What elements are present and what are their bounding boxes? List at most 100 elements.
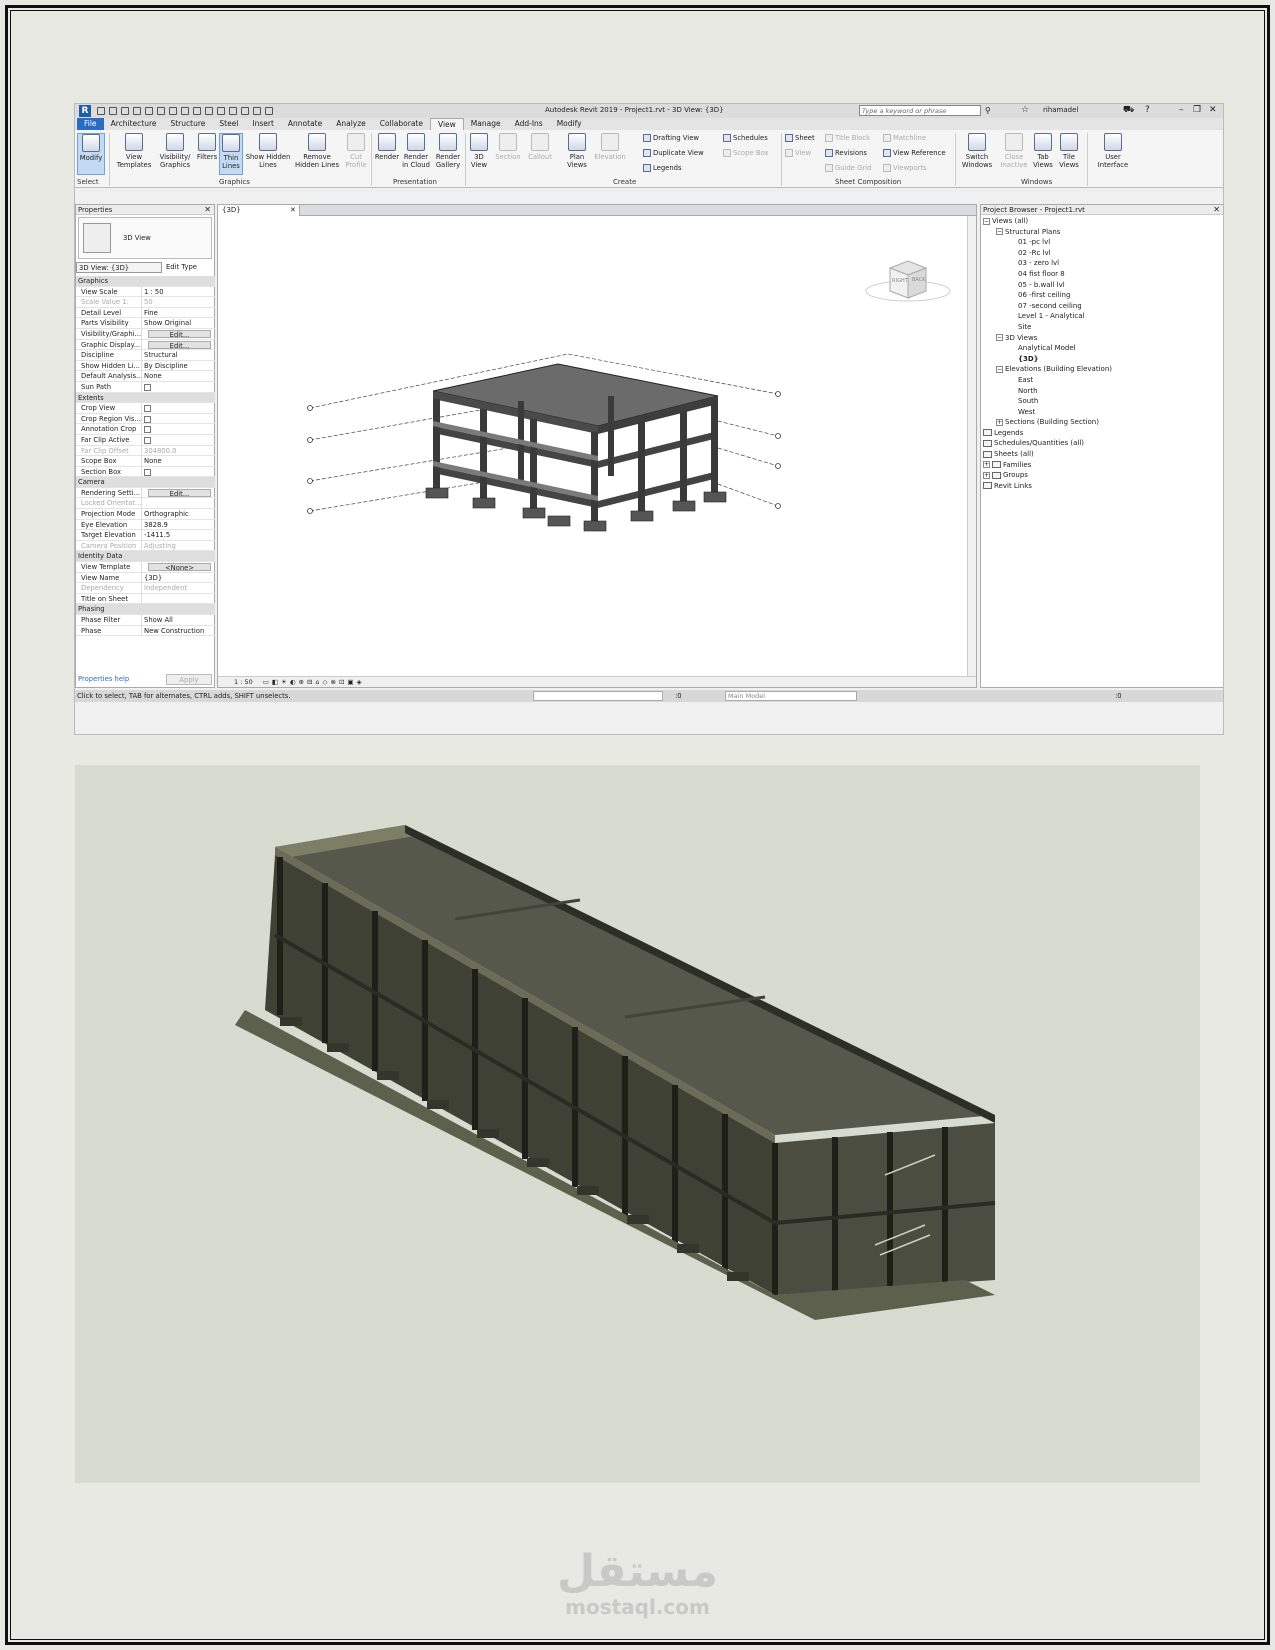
binoculars-icon[interactable]: ⚲ (985, 106, 991, 115)
select-group-label[interactable]: Select (77, 178, 99, 186)
property-category[interactable]: Extents (76, 392, 215, 404)
tab-3d-view[interactable]: {3D} ✕ (218, 205, 300, 216)
duplicate-view-button[interactable]: Duplicate View (643, 149, 704, 157)
user-interface-button[interactable]: User Interface (1095, 133, 1131, 169)
browser-item[interactable]: Legends (983, 428, 1112, 439)
property-edit-button[interactable]: Edit... (148, 488, 211, 497)
text-icon[interactable] (205, 107, 213, 115)
tab-steel[interactable]: Steel (212, 118, 245, 130)
browser-item[interactable]: − Elevations (Building Elevation) (983, 364, 1112, 375)
property-value[interactable]: Adjusting (142, 541, 215, 551)
browser-item[interactable]: Analytical Model (983, 343, 1112, 354)
browser-item[interactable]: − Structural Plans (983, 227, 1112, 238)
collapse-icon[interactable]: − (996, 334, 1003, 342)
property-edit-button[interactable]: <None> (148, 563, 211, 572)
properties-help-link[interactable]: Properties help (78, 675, 129, 683)
tab-views-button[interactable]: Tab Views (1031, 133, 1055, 169)
thin-lines-icon[interactable] (241, 107, 249, 115)
browser-item[interactable]: 04 fist floor 8 (983, 269, 1112, 280)
browser-item[interactable]: East (983, 375, 1112, 386)
browser-item[interactable]: Level 1 - Analytical (983, 311, 1112, 322)
property-checkbox[interactable] (144, 405, 151, 413)
browser-item[interactable]: + Groups (983, 470, 1112, 481)
collapse-icon[interactable]: − (996, 365, 1003, 373)
section-button[interactable]: Section (493, 133, 523, 161)
tile-views-button[interactable]: Tile Views (1057, 133, 1081, 169)
property-category[interactable]: Graphics (76, 276, 215, 287)
tab-manage[interactable]: Manage (464, 118, 508, 130)
tab-collaborate[interactable]: Collaborate (373, 118, 430, 130)
close-icon[interactable]: ✕ (290, 205, 296, 216)
3d-viewport[interactable]: {3D} ✕ RIGHT BACK 1: 50 ▭◧☀◐⊕⊟⌂◇⊗⊡▣◈ (217, 204, 977, 688)
property-category[interactable]: Phasing (76, 604, 215, 615)
property-value[interactable]: 50 (142, 297, 215, 307)
matchline-button[interactable]: Matchline (883, 134, 926, 142)
default-3d-icon[interactable] (217, 107, 225, 115)
property-value[interactable] (142, 435, 215, 445)
dimension-icon[interactable] (181, 107, 189, 115)
sync-icon[interactable] (121, 107, 129, 115)
property-value[interactable] (142, 403, 215, 413)
property-value[interactable]: 304800.0 (142, 446, 215, 456)
drafting-view-button[interactable]: Drafting View (643, 134, 699, 142)
browser-item[interactable]: 01 -pc lvl (983, 237, 1112, 248)
property-value[interactable] (142, 382, 215, 392)
property-value[interactable]: None (142, 456, 215, 466)
property-value[interactable]: -1411.5 (142, 530, 215, 540)
property-value[interactable]: 3828.9 (142, 520, 215, 530)
tab-annotate[interactable]: Annotate (281, 118, 329, 130)
legends-button[interactable]: Legends (643, 164, 682, 172)
property-value[interactable]: Edit... (142, 329, 215, 339)
browser-item[interactable]: − Views (all) (983, 216, 1112, 227)
workset-dropdown[interactable] (533, 691, 663, 701)
search-input[interactable]: Type a keyword or phrase (859, 105, 981, 116)
user-name[interactable]: rihamadel (1043, 106, 1078, 114)
browser-item[interactable]: −3D Views (983, 333, 1112, 344)
property-category[interactable]: Camera (76, 477, 215, 488)
property-value[interactable]: Orthographic (142, 509, 215, 519)
property-value[interactable] (142, 594, 215, 604)
cart-icon[interactable]: ⛟ (1123, 105, 1134, 116)
guide-grid-button[interactable]: Guide Grid (825, 164, 871, 172)
apply-button[interactable]: Apply (166, 674, 212, 685)
tag-icon[interactable] (193, 107, 201, 115)
property-value[interactable]: Structural (142, 350, 215, 360)
render-button[interactable]: Render (373, 133, 401, 161)
browser-item[interactable]: {3D} (983, 354, 1112, 365)
view-reference-button[interactable]: View Reference (883, 149, 946, 157)
property-value[interactable]: None (142, 371, 215, 381)
edit-type-button[interactable]: Edit Type (166, 262, 197, 273)
property-value[interactable]: Fine (142, 308, 215, 318)
property-category[interactable]: Identity Data (76, 551, 215, 563)
browser-item[interactable]: West (983, 407, 1112, 418)
view-button[interactable]: View (785, 149, 811, 157)
revit-logo-icon[interactable]: R (79, 105, 91, 117)
tab-analyze[interactable]: Analyze (329, 118, 373, 130)
browser-item[interactable]: Sheets (all) (983, 449, 1112, 460)
switch-windows-icon[interactable] (265, 107, 273, 115)
tab-insert[interactable]: Insert (245, 118, 281, 130)
design-option-dropdown[interactable]: Main Model (725, 691, 857, 701)
minimize-icon[interactable]: – (1179, 105, 1184, 116)
property-value[interactable]: Show Original (142, 318, 215, 328)
viewports-button[interactable]: Viewports (883, 164, 927, 172)
tab-modify[interactable]: Modify (550, 118, 589, 130)
expand-icon[interactable]: + (996, 418, 1003, 426)
property-checkbox[interactable] (144, 436, 151, 444)
browser-item[interactable]: 03 - zero lvl (983, 258, 1112, 269)
tab-file[interactable]: File (77, 118, 104, 130)
view-instance-dropdown[interactable]: 3D View: {3D} (76, 262, 162, 273)
schedules-button[interactable]: Schedules (723, 134, 768, 142)
expand-icon[interactable]: + (983, 461, 990, 469)
browser-item[interactable]: Site (983, 322, 1112, 333)
restore-icon[interactable]: ❐ (1193, 105, 1201, 116)
callout-button[interactable]: Callout (525, 133, 555, 161)
redo-icon[interactable] (145, 107, 153, 115)
property-edit-button[interactable]: Edit... (148, 329, 211, 339)
plan-views-button[interactable]: Plan Views (563, 133, 591, 169)
elevation-button[interactable]: Elevation (593, 133, 627, 161)
tab-structure[interactable]: Structure (163, 118, 212, 130)
visibility-graphics-button[interactable]: Visibility/ Graphics (157, 133, 193, 169)
close-icon[interactable]: ✕ (1209, 105, 1217, 116)
browser-item[interactable]: North (983, 386, 1112, 397)
